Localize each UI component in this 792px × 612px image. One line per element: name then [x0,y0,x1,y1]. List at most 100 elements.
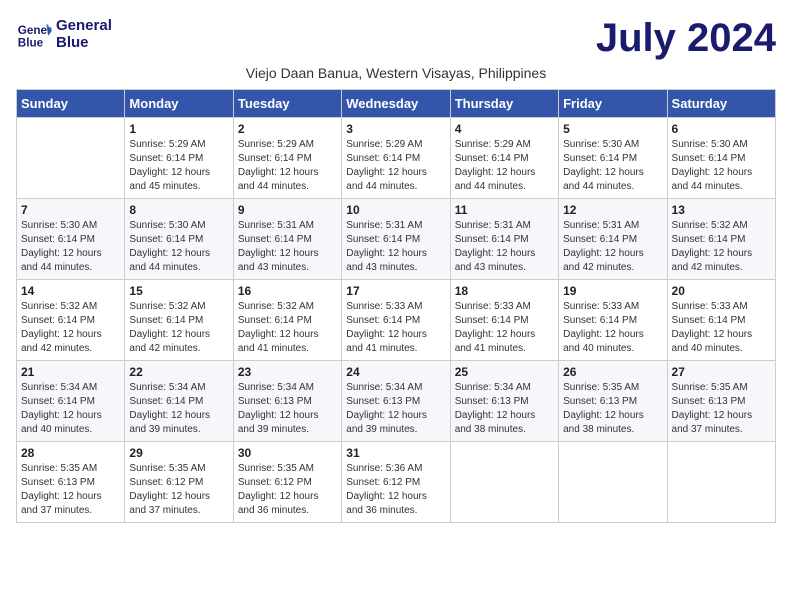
calendar-cell: 5 Sunrise: 5:30 AMSunset: 6:14 PMDaylight… [559,118,667,199]
calendar-cell: 18 Sunrise: 5:33 AMSunset: 6:14 PMDayligh… [450,280,558,361]
day-detail: Sunrise: 5:31 AMSunset: 6:14 PMDaylight:… [346,219,445,275]
day-number: 1 [129,122,228,136]
weekday-header-sunday: Sunday [17,90,125,118]
day-number: 20 [672,284,771,298]
calendar-cell: 23 Sunrise: 5:34 AMSunset: 6:13 PMDayligh… [233,361,341,442]
day-detail: Sunrise: 5:31 AMSunset: 6:14 PMDaylight:… [455,219,554,275]
day-detail: Sunrise: 5:32 AMSunset: 6:14 PMDaylight:… [238,300,337,356]
day-number: 13 [672,203,771,217]
calendar-cell: 24 Sunrise: 5:34 AMSunset: 6:13 PMDayligh… [342,361,450,442]
calendar-cell: 28Sunrise: 5:35 AMSunset: 6:13 PMDayligh… [17,442,125,523]
day-detail: Sunrise: 5:33 AMSunset: 6:14 PMDaylight:… [455,300,554,356]
day-detail: Sunrise: 5:30 AMSunset: 6:14 PMDaylight:… [563,138,662,194]
calendar-cell: 31 Sunrise: 5:36 AMSunset: 6:12 PMDayligh… [342,442,450,523]
calendar-cell: 26 Sunrise: 5:35 AMSunset: 6:13 PMDayligh… [559,361,667,442]
logo-text: General Blue [56,17,112,51]
day-number: 23 [238,365,337,379]
day-number: 8 [129,203,228,217]
day-number: 25 [455,365,554,379]
calendar-cell [17,118,125,199]
day-number: 24 [346,365,445,379]
day-detail: Sunrise: 5:33 AMSunset: 6:14 PMDaylight:… [346,300,445,356]
day-detail: Sunrise: 5:34 AMSunset: 6:14 PMDaylight:… [129,381,228,437]
calendar-cell: 6Sunrise: 5:30 AMSunset: 6:14 PMDaylight… [667,118,775,199]
day-detail: Sunrise: 5:30 AMSunset: 6:14 PMDaylight:… [21,219,120,275]
calendar-cell: 2Sunrise: 5:29 AMSunset: 6:14 PMDaylight… [233,118,341,199]
calendar-cell: 17 Sunrise: 5:33 AMSunset: 6:14 PMDayligh… [342,280,450,361]
day-detail: Sunrise: 5:29 AMSunset: 6:14 PMDaylight:… [129,138,228,194]
calendar-cell: 11 Sunrise: 5:31 AMSunset: 6:14 PMDayligh… [450,199,558,280]
calendar-cell: 16 Sunrise: 5:32 AMSunset: 6:14 PMDayligh… [233,280,341,361]
day-number: 14 [21,284,120,298]
day-number: 3 [346,122,445,136]
day-detail: Sunrise: 5:29 AMSunset: 6:14 PMDaylight:… [346,138,445,194]
month-title: July 2024 [596,16,776,61]
location-subtitle: Viejo Daan Banua, Western Visayas, Phili… [16,65,776,81]
day-number: 30 [238,446,337,460]
weekday-header-thursday: Thursday [450,90,558,118]
calendar-cell [450,442,558,523]
logo: General Blue General Blue [16,16,112,52]
day-number: 12 [563,203,662,217]
day-detail: Sunrise: 5:32 AMSunset: 6:14 PMDaylight:… [672,219,771,275]
day-detail: Sunrise: 5:34 AMSunset: 6:13 PMDaylight:… [346,381,445,437]
calendar-cell: 4Sunrise: 5:29 AMSunset: 6:14 PMDaylight… [450,118,558,199]
calendar-cell: 8 Sunrise: 5:30 AMSunset: 6:14 PMDaylight… [125,199,233,280]
day-number: 17 [346,284,445,298]
day-number: 19 [563,284,662,298]
day-number: 31 [346,446,445,460]
page-header: General Blue General Blue July 2024 [16,16,776,61]
svg-text:Blue: Blue [18,37,44,50]
day-detail: Sunrise: 5:33 AMSunset: 6:14 PMDaylight:… [563,300,662,356]
calendar-cell: 1 Sunrise: 5:29 AMSunset: 6:14 PMDaylight… [125,118,233,199]
calendar-cell [559,442,667,523]
day-detail: Sunrise: 5:30 AMSunset: 6:14 PMDaylight:… [129,219,228,275]
day-number: 29 [129,446,228,460]
day-number: 22 [129,365,228,379]
day-detail: Sunrise: 5:32 AMSunset: 6:14 PMDaylight:… [129,300,228,356]
day-number: 6 [672,122,771,136]
calendar-cell: 21 Sunrise: 5:34 AMSunset: 6:14 PMDayligh… [17,361,125,442]
day-number: 18 [455,284,554,298]
calendar-cell: 25 Sunrise: 5:34 AMSunset: 6:13 PMDayligh… [450,361,558,442]
calendar-cell: 3 Sunrise: 5:29 AMSunset: 6:14 PMDaylight… [342,118,450,199]
day-number: 9 [238,203,337,217]
day-number: 28 [21,446,120,460]
day-number: 26 [563,365,662,379]
day-detail: Sunrise: 5:35 AMSunset: 6:12 PMDaylight:… [238,462,337,518]
calendar-cell: 7 Sunrise: 5:30 AMSunset: 6:14 PMDaylight… [17,199,125,280]
day-number: 15 [129,284,228,298]
day-detail: Sunrise: 5:35 AMSunset: 6:13 PMDaylight:… [563,381,662,437]
day-detail: Sunrise: 5:33 AMSunset: 6:14 PMDaylight:… [672,300,771,356]
day-number: 11 [455,203,554,217]
day-detail: Sunrise: 5:36 AMSunset: 6:12 PMDaylight:… [346,462,445,518]
calendar-cell: 14Sunrise: 5:32 AMSunset: 6:14 PMDayligh… [17,280,125,361]
calendar-cell: 10Sunrise: 5:31 AMSunset: 6:14 PMDayligh… [342,199,450,280]
day-number: 16 [238,284,337,298]
calendar-cell: 9 Sunrise: 5:31 AMSunset: 6:14 PMDaylight… [233,199,341,280]
day-detail: Sunrise: 5:29 AMSunset: 6:14 PMDaylight:… [455,138,554,194]
day-detail: Sunrise: 5:31 AMSunset: 6:14 PMDaylight:… [238,219,337,275]
day-detail: Sunrise: 5:34 AMSunset: 6:13 PMDaylight:… [455,381,554,437]
day-number: 2 [238,122,337,136]
calendar-cell: 12 Sunrise: 5:31 AMSunset: 6:14 PMDayligh… [559,199,667,280]
weekday-header-saturday: Saturday [667,90,775,118]
day-number: 27 [672,365,771,379]
weekday-header-monday: Monday [125,90,233,118]
calendar-cell [667,442,775,523]
logo-icon: General Blue [16,16,52,52]
calendar-cell: 19 Sunrise: 5:33 AMSunset: 6:14 PMDayligh… [559,280,667,361]
weekday-header-tuesday: Tuesday [233,90,341,118]
calendar-cell: 15 Sunrise: 5:32 AMSunset: 6:14 PMDayligh… [125,280,233,361]
day-number: 5 [563,122,662,136]
calendar-cell: 30 Sunrise: 5:35 AMSunset: 6:12 PMDayligh… [233,442,341,523]
day-detail: Sunrise: 5:35 AMSunset: 6:13 PMDaylight:… [672,381,771,437]
day-detail: Sunrise: 5:31 AMSunset: 6:14 PMDaylight:… [563,219,662,275]
day-detail: Sunrise: 5:34 AMSunset: 6:14 PMDaylight:… [21,381,120,437]
day-number: 21 [21,365,120,379]
calendar-cell: 27 Sunrise: 5:35 AMSunset: 6:13 PMDayligh… [667,361,775,442]
weekday-header-friday: Friday [559,90,667,118]
day-number: 7 [21,203,120,217]
calendar-cell: 20 Sunrise: 5:33 AMSunset: 6:14 PMDayligh… [667,280,775,361]
day-detail: Sunrise: 5:34 AMSunset: 6:13 PMDaylight:… [238,381,337,437]
